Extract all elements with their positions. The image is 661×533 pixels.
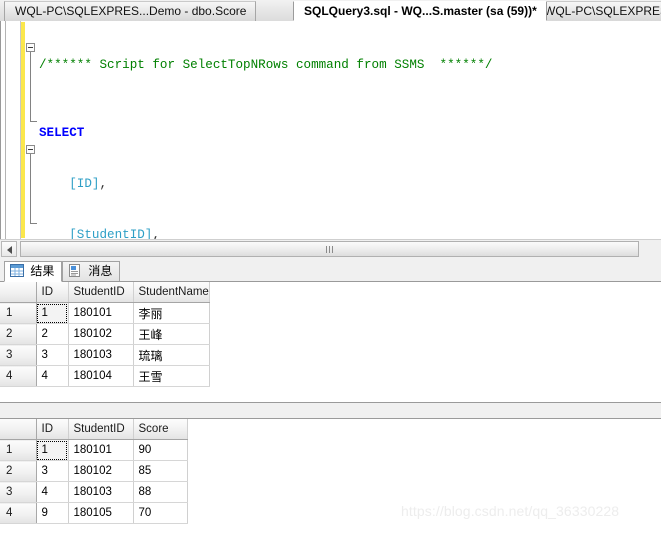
cell-id[interactable]: 1	[36, 439, 69, 461]
col-header-studentname[interactable]: StudentName	[133, 282, 210, 303]
cell-studentname[interactable]: 王雪	[133, 365, 210, 387]
grid-splitter[interactable]	[0, 403, 661, 418]
cell-studentid[interactable]: 180103	[68, 481, 134, 503]
table-row[interactable]: 3 4 180103 88	[0, 481, 188, 503]
col-header-score[interactable]: Score	[133, 419, 188, 440]
cell-id[interactable]: 9	[36, 502, 69, 524]
comma: ,	[152, 228, 160, 239]
code-text[interactable]: /****** Script for SelectTopNRows comman…	[39, 23, 492, 239]
code-line-select-1: SELECT	[39, 125, 492, 142]
results-pane: 结果 消息 ID StudentID StudentName 1 1 18010…	[0, 258, 661, 533]
table-row[interactable]: 2 2 180102 王峰	[0, 323, 210, 345]
table-row[interactable]: 3 3 180103 琉璃	[0, 344, 210, 366]
tab-results-label: 结果	[30, 264, 55, 278]
fold-collapse-box-2[interactable]	[26, 145, 35, 154]
row-number[interactable]: 2	[0, 460, 37, 482]
cell-studentid[interactable]: 180104	[68, 365, 134, 387]
cell-id[interactable]: 4	[36, 481, 69, 503]
unsaved-change-bar	[21, 22, 25, 238]
row-number[interactable]: 2	[0, 323, 37, 345]
table-header-row: ID StudentID Score	[0, 419, 188, 440]
cell-score[interactable]: 88	[133, 481, 188, 503]
cell-studentid[interactable]: 180102	[68, 460, 134, 482]
scrollbar-thumb[interactable]	[20, 241, 639, 257]
col-header-rownum[interactable]	[0, 282, 37, 303]
editor-indicator-margin	[1, 21, 21, 239]
sql-comment: /****** Script for SelectTopNRows comman…	[39, 58, 493, 72]
grip-icon	[325, 246, 335, 253]
cell-score[interactable]: 85	[133, 460, 188, 482]
document-tab-strip: WQL-PC\SQLEXPRES...Demo - dbo.Score SQLQ…	[0, 0, 661, 22]
editor-horizontal-scrollbar[interactable]	[0, 239, 661, 257]
cell-studentname[interactable]: 王峰	[133, 323, 210, 345]
cell-id[interactable]: 3	[36, 460, 69, 482]
fold-rail-1	[30, 48, 31, 122]
col-header-studentid[interactable]: StudentID	[68, 282, 134, 303]
cell-studentname[interactable]: 琉璃	[133, 344, 210, 366]
table-row[interactable]: 4 9 180105 70	[0, 502, 188, 524]
cell-score[interactable]: 70	[133, 502, 188, 524]
grid-icon	[10, 264, 24, 277]
fold-collapse-box-1[interactable]	[26, 43, 35, 52]
table-row[interactable]: 4 4 180104 王雪	[0, 365, 210, 387]
row-number[interactable]: 4	[0, 502, 37, 524]
triangle-left-icon	[7, 246, 12, 254]
table-header-row: ID StudentID StudentName	[0, 282, 210, 303]
cell-studentid[interactable]: 180101	[68, 439, 134, 461]
scroll-left-button[interactable]	[1, 241, 17, 257]
row-number[interactable]: 1	[0, 439, 37, 461]
tab-label: WQL-PC\SQLEXPRES...Demo - dbo.Score	[15, 4, 247, 18]
column-id: [ID]	[69, 177, 100, 191]
col-header-studentid[interactable]: StudentID	[68, 419, 134, 440]
cell-studentid[interactable]: 180105	[68, 502, 134, 524]
col-header-id[interactable]: ID	[36, 419, 69, 440]
cell-id[interactable]: 1	[36, 302, 69, 324]
row-number[interactable]: 1	[0, 302, 37, 324]
cell-studentid[interactable]: 180101	[68, 302, 134, 324]
tab-label: WQL-PC\SQLEXPRES...	[544, 4, 661, 18]
message-icon	[68, 264, 82, 277]
tab-sqlquery3[interactable]: SQLQuery3.sql - WQ...S.master (sa (59))*	[293, 1, 547, 21]
code-line-col-1b: [StudentID],	[39, 227, 492, 239]
tab-results[interactable]: 结果	[4, 261, 63, 282]
tab-object-explorer-doc[interactable]: WQL-PC\SQLEXPRES...	[533, 1, 661, 21]
code-line-comment: /****** Script for SelectTopNRows comman…	[39, 57, 492, 74]
fold-end-1	[30, 121, 37, 122]
row-number[interactable]: 4	[0, 365, 37, 387]
column-studentid: [StudentID]	[69, 228, 153, 239]
comma: ,	[99, 177, 108, 191]
tab-messages-label: 消息	[88, 264, 113, 278]
code-line-col-1a: [ID],	[39, 176, 492, 193]
tab-dbo-score[interactable]: WQL-PC\SQLEXPRES...Demo - dbo.Score	[4, 1, 257, 21]
sql-code-editor[interactable]: /****** Script for SelectTopNRows comman…	[0, 21, 661, 239]
keyword-select: SELECT	[39, 126, 85, 140]
cell-studentname[interactable]: 李丽	[133, 302, 210, 324]
result-grid-student[interactable]: ID StudentID StudentName 1 1 180101 李丽 2…	[0, 281, 661, 403]
row-number[interactable]: 3	[0, 344, 37, 366]
cell-score[interactable]: 90	[133, 439, 188, 461]
tab-messages[interactable]: 消息	[62, 261, 121, 282]
cell-id[interactable]: 3	[36, 344, 69, 366]
col-header-rownum[interactable]	[0, 419, 37, 440]
row-number[interactable]: 3	[0, 481, 37, 503]
table-row[interactable]: 2 3 180102 85	[0, 460, 188, 482]
cell-id[interactable]: 4	[36, 365, 69, 387]
table-row[interactable]: 1 1 180101 90	[0, 439, 188, 461]
col-header-id[interactable]: ID	[36, 282, 69, 303]
fold-end-2	[30, 223, 37, 224]
fold-rail-2	[30, 150, 31, 224]
cell-studentid[interactable]: 180103	[68, 344, 134, 366]
watermark: https://blog.csdn.net/qq_36330228	[401, 503, 620, 519]
tab-label: SQLQuery3.sql - WQ...S.master (sa (59))*	[304, 4, 537, 18]
result-table-2: ID StudentID Score 1 1 180101 90 2 3 180…	[0, 419, 188, 524]
result-table-1: ID StudentID StudentName 1 1 180101 李丽 2…	[0, 282, 210, 387]
table-row[interactable]: 1 1 180101 李丽	[0, 302, 210, 324]
cell-studentid[interactable]: 180102	[68, 323, 134, 345]
results-tab-strip: 结果 消息	[0, 261, 661, 282]
ssms-window: WQL-PC\SQLEXPRES...Demo - dbo.Score SQLQ…	[0, 0, 661, 533]
cell-id[interactable]: 2	[36, 323, 69, 345]
